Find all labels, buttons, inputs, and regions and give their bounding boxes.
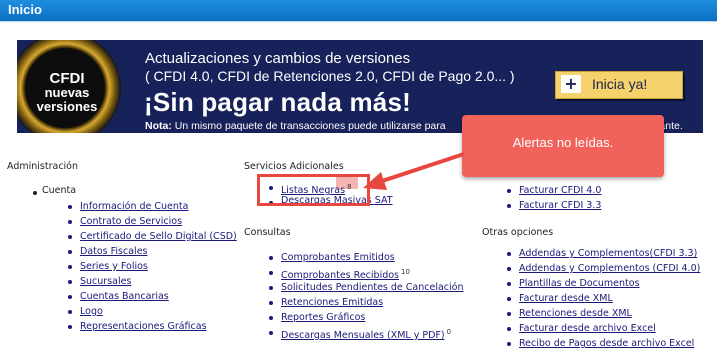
callout-arrow-icon: [363, 152, 465, 190]
